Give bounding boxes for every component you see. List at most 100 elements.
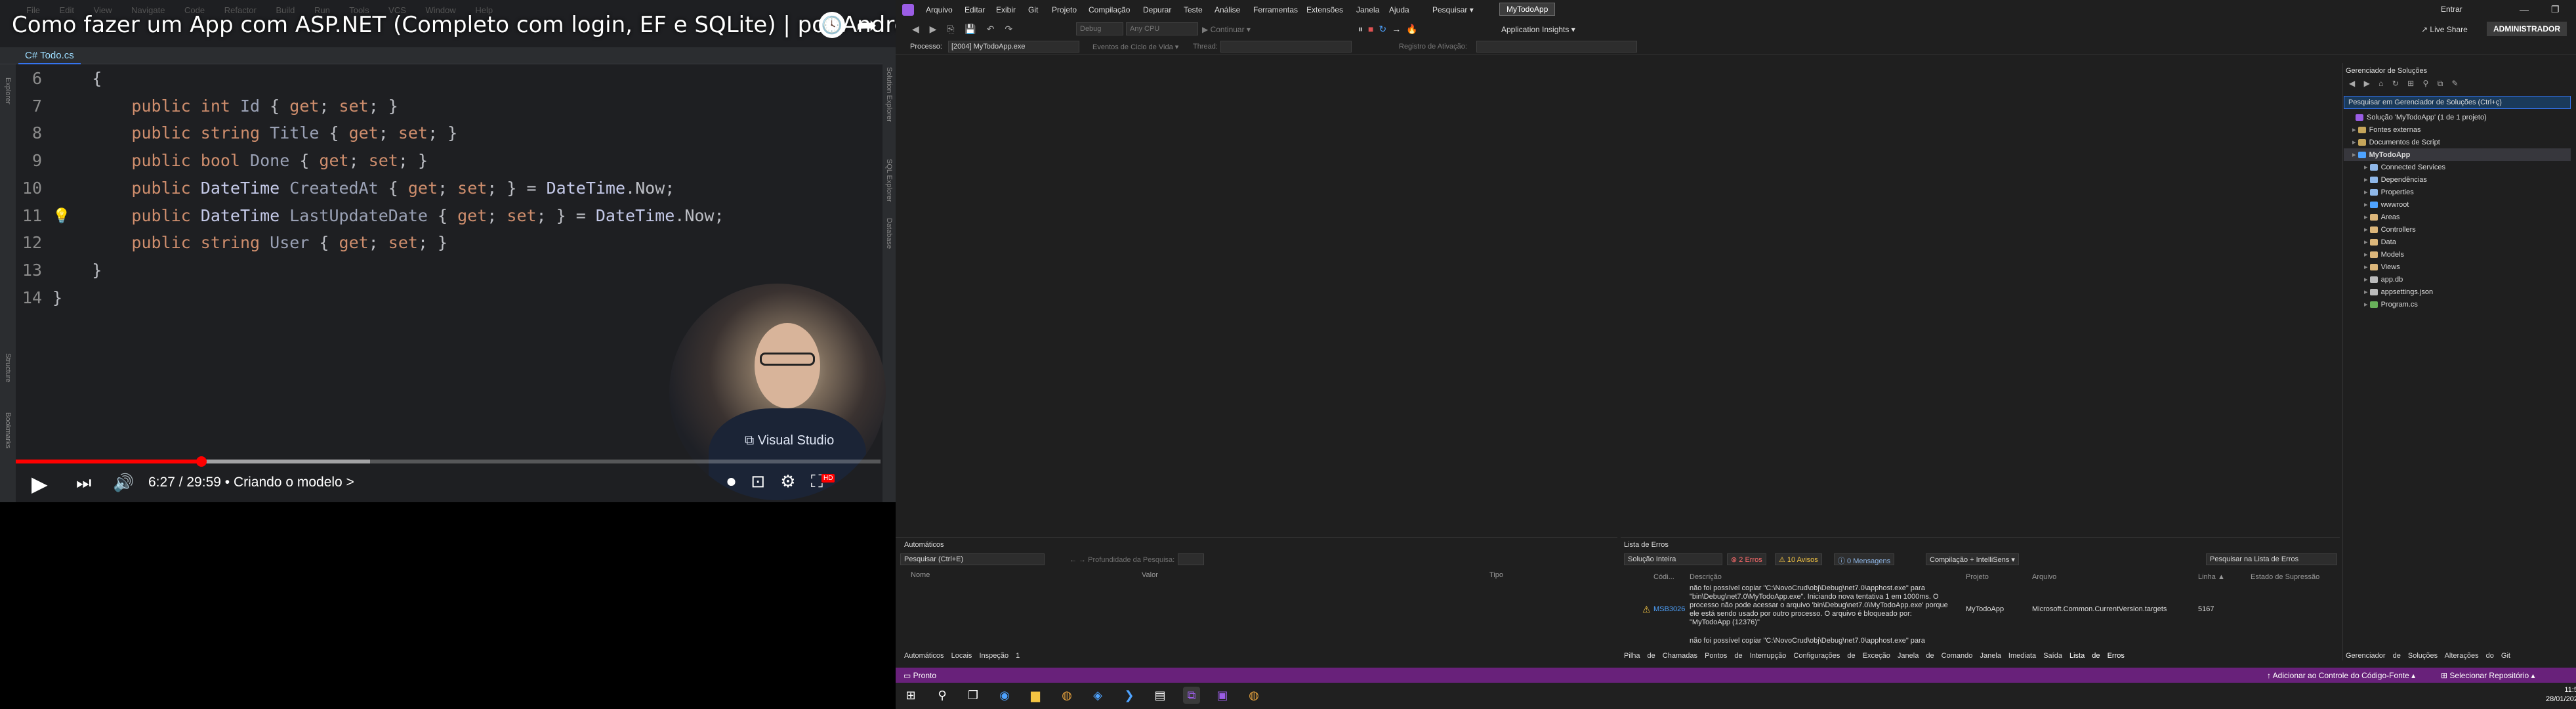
solution-tree-item[interactable]: ▸ Connected Services (2364, 161, 2445, 174)
solution-root[interactable]: Solução 'MyTodoApp' (1 de 1 projeto) (2356, 112, 2487, 124)
menu-item[interactable]: Git (1028, 5, 1038, 14)
expand-arrow-icon[interactable]: ▸ (2364, 251, 2370, 259)
expand-arrow-icon[interactable]: ▸ (2364, 301, 2370, 309)
tab-autos[interactable]: Automáticos (904, 652, 944, 660)
menu-item[interactable]: Teste (1184, 5, 1203, 14)
expand-arrow-icon[interactable]: ▸ (2364, 188, 2370, 196)
tab-locals[interactable]: Locais (951, 652, 972, 660)
expand-arrow-icon[interactable]: ▸ (2364, 276, 2370, 284)
expand-arrow-icon[interactable]: ▸ (2364, 238, 2370, 246)
windows-start-icon[interactable]: ⊞ (902, 687, 919, 704)
solution-tree-item[interactable]: ▸ Documentos de Script (2352, 137, 2440, 149)
warnings-filter-button[interactable]: ⚠ 10 Avisos (1775, 553, 1822, 565)
sign-in-link[interactable]: Entrar (2441, 5, 2462, 14)
tab-solution-explorer[interactable]: Gerenciador de Soluções (2346, 652, 2438, 660)
col-file[interactable]: Arquivo (2032, 573, 2056, 581)
file-explorer-icon[interactable]: ▆ (1027, 687, 1044, 704)
solution-tree-item[interactable]: ▸ wwwroot (2364, 199, 2409, 211)
messages-filter-button[interactable]: ⓘ 0 Mensagens (1834, 553, 1895, 565)
col-description[interactable]: Descrição (1690, 573, 1722, 581)
toolbar-standard-icons[interactable]: ◀ ▶ ⎘ 💾 ↶ ↷ (912, 24, 1016, 35)
menu-item[interactable]: Editar (965, 5, 985, 14)
tool-tab[interactable]: Lista de Erros (2069, 652, 2125, 660)
tool-tab[interactable]: Janela Imediata (1980, 652, 2036, 660)
add-source-control-button[interactable]: ↑ Adicionar ao Controle do Código-Fonte … (2267, 671, 2415, 680)
config-dropdown[interactable]: Debug (1076, 22, 1123, 35)
stack-frame-dropdown[interactable] (1476, 41, 1637, 53)
expand-arrow-icon[interactable]: ▸ (2364, 226, 2370, 234)
step-icon[interactable]: → (1392, 24, 1406, 34)
expand-arrow-icon[interactable]: ▸ (2364, 163, 2370, 171)
solution-tree-item[interactable]: ▸ Controllers (2364, 224, 2416, 236)
tool-tab[interactable]: Pilha de Chamadas (1624, 652, 1697, 660)
expand-arrow-icon[interactable]: ▸ (2364, 213, 2370, 221)
edge-icon[interactable]: ◉ (996, 687, 1013, 704)
window-controls[interactable]: — ❐ ✕ (2520, 4, 2576, 15)
settings-gear-icon[interactable]: ⚙ (780, 471, 795, 491)
solution-tree-item[interactable]: ▸ appsettings.json (2364, 286, 2433, 299)
solution-search-input[interactable]: Pesquisar em Gerenciador de Soluções (Ct… (2344, 96, 2571, 109)
play-icon[interactable]: ▶ (31, 471, 48, 496)
solution-tree-item[interactable]: ▸ app.db (2364, 274, 2403, 286)
tool-tab[interactable]: Pontos de Interrupção (1705, 652, 1786, 660)
solution-tree-item[interactable]: ▸ Views (2364, 261, 2400, 274)
build-intellisense-dropdown[interactable]: Compilação + IntelliSens ▾ (1926, 553, 2019, 565)
solution-tree-item[interactable]: ▸ Areas (2364, 211, 2399, 224)
col-name[interactable]: Nome (911, 571, 930, 579)
solution-tree-item[interactable]: ▸ Dependências (2364, 174, 2427, 186)
tool-tab[interactable]: Janela de Comando (1898, 652, 1972, 660)
error-code-link[interactable]: MSB3026 (1653, 605, 1685, 613)
errors-filter-button[interactable]: ⊗ 2 Erros (1727, 553, 1766, 565)
expand-arrow-icon[interactable]: ▸ (2364, 201, 2370, 209)
menu-item[interactable]: Arquivo (926, 5, 953, 14)
expand-arrow-icon[interactable]: ▸ (2352, 126, 2358, 134)
debug-controls[interactable]: ⏸■↻→🔥 (1358, 24, 1423, 35)
time-display[interactable]: 6:27 / 29:59 • Criando o modelo > (148, 475, 354, 490)
platform-dropdown[interactable]: Any CPU (1126, 22, 1198, 35)
menu-item[interactable]: Projeto (1052, 5, 1077, 14)
volume-icon[interactable]: 🔊 (113, 473, 134, 493)
expand-arrow-icon[interactable]: ▸ (2364, 263, 2370, 271)
menu-item[interactable]: Análise (1215, 5, 1240, 14)
solution-tree-item[interactable]: ▸ MyTodoApp (2352, 149, 2410, 161)
chrome-icon[interactable]: ◍ (1058, 687, 1075, 704)
share-icon[interactable]: ➦ (856, 11, 877, 40)
tab-watch[interactable]: Inspeção 1 (979, 652, 1020, 660)
solution-tree-item[interactable]: ▸ Fontes externas (2352, 124, 2420, 137)
expand-arrow-icon[interactable]: ▸ (2352, 139, 2358, 146)
expand-arrow-icon[interactable]: ▸ (2352, 151, 2358, 159)
search-depth-dropdown[interactable] (1178, 553, 1204, 565)
solution-explorer-toolbar[interactable]: ◀ ▶ ⌂ ↻ ⊞ ⚲ ⧉ ✎ (2349, 79, 2566, 93)
menu-item[interactable]: Ferramentas (1253, 5, 1298, 14)
col-value[interactable]: Valor (1142, 571, 1158, 579)
menu-item[interactable]: Pesquisar ▾ (1432, 5, 1474, 14)
subtitles-icon[interactable]: ⊡ (751, 471, 765, 491)
thread-dropdown[interactable] (1220, 41, 1352, 53)
autoplay-toggle-icon[interactable]: ⏺ (727, 471, 736, 491)
process-dropdown[interactable]: [2004] MyTodoApp.exe (948, 41, 1079, 53)
col-line[interactable]: Linha ▲ (2198, 573, 2225, 581)
solution-tree-item[interactable]: ▸ Program.cs (2364, 299, 2418, 311)
app-icon[interactable]: ◈ (1089, 687, 1106, 704)
tab-git-changes[interactable]: Alterações do Git (2445, 652, 2510, 660)
terminal-icon[interactable]: ▤ (1152, 687, 1169, 704)
col-code[interactable]: Códi... (1653, 573, 1674, 581)
expand-arrow-icon[interactable]: ▸ (2364, 288, 2370, 296)
progress-scrubber[interactable] (196, 456, 207, 467)
lifecycle-events-dropdown[interactable]: Eventos de Ciclo de Vida ▾ (1092, 43, 1178, 51)
menu-item[interactable]: Depurar (1143, 5, 1171, 14)
powershell-icon[interactable]: ❯ (1121, 687, 1138, 704)
error-scope-dropdown[interactable]: Solução Inteira (1624, 553, 1722, 565)
search-icon[interactable]: ⚲ (934, 687, 951, 704)
autos-search-input[interactable]: Pesquisar (Ctrl+E) (900, 553, 1045, 565)
visual-studio-icon[interactable]: ⧉ (1183, 687, 1200, 704)
menu-item[interactable]: Janela (1356, 5, 1379, 14)
col-type[interactable]: Tipo (1489, 571, 1503, 579)
live-share-button[interactable]: ↗ Live Share (2421, 25, 2468, 34)
tool-tab[interactable]: Configurações de Exceção (1793, 652, 1890, 660)
next-icon[interactable]: ⏭ (76, 473, 91, 494)
pause-icon[interactable]: ⏸ (1358, 24, 1368, 34)
solution-tree-item[interactable]: ▸ Data (2364, 236, 2396, 249)
menu-item[interactable]: Exibir (996, 5, 1016, 14)
chrome-icon-2[interactable]: ◍ (1245, 687, 1262, 704)
